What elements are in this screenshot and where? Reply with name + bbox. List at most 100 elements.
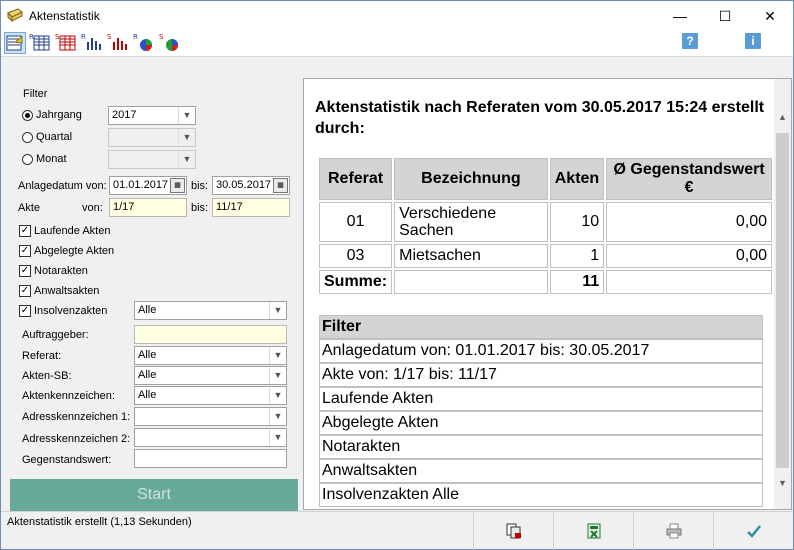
ok-button[interactable] bbox=[713, 512, 793, 550]
table-cell: Mietsachen bbox=[394, 244, 548, 268]
anlagedatum-label: Anlagedatum von: bbox=[18, 180, 107, 192]
copy-button[interactable] bbox=[473, 512, 553, 550]
aktenkennzeichen-label: Aktenkennzeichen: bbox=[22, 390, 115, 402]
start-button[interactable]: Start bbox=[10, 479, 298, 511]
akte-bis-label: bis: bbox=[191, 202, 209, 214]
anlagedatum-from-input[interactable]: 01.01.2017 ▦ bbox=[109, 176, 187, 195]
akte-von-label: von: bbox=[82, 202, 103, 214]
close-button[interactable]: ✕ bbox=[747, 1, 793, 31]
list-item: Akte von: 1/17 bis: 11/17 bbox=[319, 363, 763, 387]
jahrgang-label: Jahrgang bbox=[36, 109, 82, 121]
akte-to-input[interactable]: 11/17 bbox=[212, 198, 290, 217]
insolvenzakten-checkbox[interactable]: ✓ bbox=[19, 305, 31, 317]
help-icon[interactable]: ? bbox=[682, 33, 698, 49]
printer-icon bbox=[666, 523, 682, 539]
excel-export-button[interactable] bbox=[553, 512, 633, 550]
table-row: 01 Verschiedene Sachen 10 0,00 bbox=[319, 202, 772, 242]
monat-label: Monat bbox=[36, 153, 67, 165]
abgelegte-akten-label: Abgelegte Akten bbox=[34, 245, 115, 257]
chevron-down-icon: ▼ bbox=[269, 367, 286, 384]
table-cell bbox=[394, 270, 548, 294]
sb-table-button[interactable]: S bbox=[55, 32, 77, 54]
anwaltsakten-label: Anwaltsakten bbox=[34, 285, 100, 297]
gegenstandswert-input[interactable] bbox=[134, 449, 287, 468]
quartal-label: Quartal bbox=[36, 131, 73, 143]
auftraggeber-input[interactable] bbox=[134, 325, 287, 344]
calendar-icon[interactable]: ▦ bbox=[273, 178, 288, 193]
svg-text:S: S bbox=[55, 33, 60, 41]
referat-table-button[interactable]: R bbox=[29, 32, 51, 54]
report-content: Aktenstatistik nach Referaten vom 30.05.… bbox=[304, 79, 774, 509]
jahrgang-radio[interactable] bbox=[22, 110, 33, 121]
scroll-up-icon[interactable]: ▲ bbox=[774, 109, 791, 126]
chevron-down-icon: ▼ bbox=[269, 429, 286, 446]
anlagedatum-to-input[interactable]: 30.05.2017 ▦ bbox=[212, 176, 290, 195]
laufende-akten-checkbox[interactable]: ✓ bbox=[19, 225, 31, 237]
jahrgang-value: 2017 bbox=[112, 109, 137, 121]
statistics-wizard-icon bbox=[6, 35, 23, 51]
calendar-icon[interactable]: ▦ bbox=[170, 178, 185, 193]
scrollbar-thumb[interactable] bbox=[776, 133, 789, 468]
minimize-button[interactable]: — bbox=[657, 1, 703, 31]
column-header: Referat bbox=[319, 158, 393, 200]
monat-select[interactable]: ▼ bbox=[108, 150, 196, 169]
notarakten-checkbox[interactable]: ✓ bbox=[19, 265, 31, 277]
referat-bar-chart-button[interactable]: R bbox=[81, 32, 103, 54]
akten-sb-label: Akten-SB: bbox=[22, 370, 72, 382]
insolvenzakten-select[interactable]: Alle ▼ bbox=[134, 301, 287, 320]
referat-pie-chart-button[interactable]: R bbox=[133, 32, 155, 54]
jahrgang-select[interactable]: 2017 ▼ bbox=[108, 106, 196, 125]
chevron-down-icon: ▼ bbox=[269, 347, 286, 364]
auftraggeber-label: Auftraggeber: bbox=[22, 329, 89, 341]
info-icon[interactable]: i bbox=[745, 33, 761, 49]
chevron-down-icon: ▼ bbox=[178, 151, 195, 168]
list-item: Notarakten bbox=[319, 435, 763, 459]
monat-radio[interactable] bbox=[22, 154, 33, 165]
adresskennzeichen-2-select[interactable]: ▼ bbox=[134, 428, 287, 447]
statistics-table: Referat Bezeichnung Akten Ø Gegenstandsw… bbox=[317, 156, 774, 296]
report-title: Aktenstatistik nach Referaten vom 30.05.… bbox=[315, 99, 765, 137]
sum-label: Summe: bbox=[319, 270, 393, 294]
akte-label: Akte bbox=[18, 202, 41, 214]
laufende-akten-label: Laufende Akten bbox=[34, 225, 111, 237]
referat-label: Referat: bbox=[22, 350, 62, 362]
excel-export-icon bbox=[587, 523, 601, 539]
notarakten-label: Notarakten bbox=[34, 265, 88, 277]
anlagedatum-from-value: 01.01.2017 bbox=[113, 179, 169, 191]
akte-from-input[interactable]: 1/17 bbox=[109, 198, 187, 217]
akten-sb-value: Alle bbox=[138, 369, 157, 381]
aktenkennzeichen-value: Alle bbox=[138, 389, 157, 401]
svg-text:S: S bbox=[107, 33, 112, 41]
adresskennzeichen-1-select[interactable]: ▼ bbox=[134, 407, 287, 426]
anlagedatum-bis-label: bis: bbox=[191, 180, 209, 192]
sb-bar-chart-button[interactable]: S bbox=[107, 32, 129, 54]
table-sum-row: Summe: 11 bbox=[319, 270, 772, 294]
scroll-down-icon[interactable]: ▼ bbox=[774, 475, 791, 492]
filter-panel: Filter Jahrgang 2017 ▼ Quartal ▼ Monat ▼… bbox=[1, 59, 301, 511]
column-header: Bezeichnung bbox=[394, 158, 548, 200]
aktenkennzeichen-select[interactable]: Alle ▼ bbox=[134, 386, 287, 405]
sb-pie-chart-button[interactable]: S bbox=[159, 32, 181, 54]
maximize-button[interactable]: ☐ bbox=[702, 1, 748, 31]
checkmark-icon bbox=[747, 525, 761, 538]
quartal-radio[interactable] bbox=[22, 132, 33, 143]
report-filter-list: Filter Anlagedatum von: 01.01.2017 bis: … bbox=[319, 315, 763, 507]
report-scrollbar[interactable]: ▲ ▼ bbox=[774, 79, 791, 509]
anwaltsakten-checkbox[interactable]: ✓ bbox=[19, 285, 31, 297]
window-title: Aktenstatistik bbox=[29, 9, 100, 23]
toolbar: R S R S R S ? i bbox=[1, 31, 793, 57]
print-button[interactable] bbox=[633, 512, 713, 550]
report-panel: Aktenstatistik nach Referaten vom 30.05.… bbox=[303, 78, 792, 510]
adresskennzeichen-1-label: Adresskennzeichen 1: bbox=[22, 411, 131, 423]
referat-table-icon: R bbox=[29, 33, 50, 51]
referat-value: Alle bbox=[138, 349, 157, 361]
table-row: 03 Mietsachen 1 0,00 bbox=[319, 244, 772, 268]
sb-table-icon: S bbox=[55, 33, 76, 51]
referat-select[interactable]: Alle ▼ bbox=[134, 346, 287, 365]
aktenstatistik-window: Aktenstatistik — ☐ ✕ R S R S R S ? i Fil… bbox=[0, 0, 794, 550]
status-bar: Aktenstatistik erstellt (1,13 Sekunden) bbox=[1, 511, 793, 550]
abgelegte-akten-checkbox[interactable]: ✓ bbox=[19, 245, 31, 257]
statistics-wizard-button[interactable] bbox=[4, 32, 26, 54]
akten-sb-select[interactable]: Alle ▼ bbox=[134, 366, 287, 385]
quartal-select[interactable]: ▼ bbox=[108, 128, 196, 147]
